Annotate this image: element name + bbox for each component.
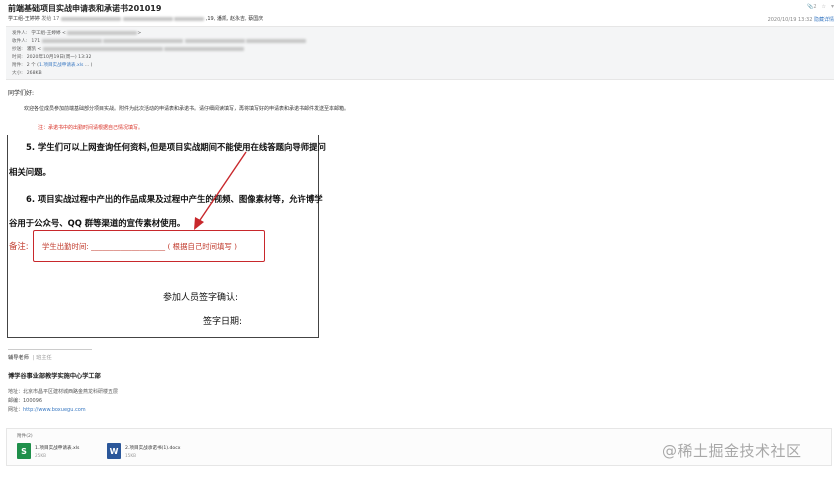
spreadsheet-icon: S xyxy=(17,443,31,459)
hide-details-link[interactable]: 隐藏详情 xyxy=(814,17,834,23)
redacted-recipients xyxy=(122,16,173,21)
greeting: 同学们好: xyxy=(8,90,35,97)
redacted-recipients xyxy=(60,16,121,21)
chevron-down-icon[interactable]: ▾ xyxy=(831,3,834,10)
annotation-arrow xyxy=(194,151,247,230)
attachment-row: 附件: 2 个 (1.项目实战申请表.xls ... ) xyxy=(12,63,93,68)
star-icon[interactable]: ☆ xyxy=(822,4,826,10)
postcode-text: 邮编：100096 xyxy=(8,398,43,404)
sender-name[interactable]: 学工组-王婷婷 xyxy=(8,16,40,22)
teacher-title: 辅导老师 | 班主任 xyxy=(8,355,52,361)
paperclip-icon[interactable]: 📎2 xyxy=(807,4,816,10)
toolbar-right: 📎2 ☆ ▾ xyxy=(807,3,834,10)
date-line: 2020/10/19 13:32 隐藏详情 xyxy=(768,16,834,23)
sender-line: 学工组-王婷婷 发给 17 ,19, 潘凯, 赵永吉, 蔡国庆 xyxy=(8,15,263,22)
website-row: 网址：http://www.boxuegu.com xyxy=(8,407,86,413)
file-name: 1.项目实战申请表.xls xyxy=(35,445,80,451)
size-row: 大小: 268KB xyxy=(12,71,42,76)
redacted-recipients xyxy=(174,16,205,21)
time-row: 时间: 2020年10月19日(周一) 13:32 xyxy=(12,55,92,60)
email-header-details: 发件人: 学工组-王婷婷 < > 收件人: 171 抄送: 潘凯 < 时间: 2020年… xyxy=(6,26,834,80)
embedded-document: 5. 学生们可以上网查询任何资料,但是项目实战期间不能使用在线答题向导师提问 相… xyxy=(7,135,326,338)
recipients-suffix: ,19, 潘凯, 赵永吉, 蔡国庆 xyxy=(205,16,264,22)
email-subject: 前端基础项目实战申请表和承诺书201019 xyxy=(8,4,162,13)
department-name: 博学谷事业部教学实施中心学工部 xyxy=(8,373,101,380)
word-icon: W xyxy=(107,443,121,459)
attachment-link[interactable]: 1.项目实战申请表.xls xyxy=(39,63,83,68)
recipients-prefix: 发给 17 xyxy=(41,16,60,22)
attachment-file[interactable]: S 1.项目实战申请表.xls 25KB xyxy=(17,443,79,459)
cc-row: 抄送: 潘凯 < xyxy=(12,46,245,52)
website-link[interactable]: http://www.boxuegu.com xyxy=(23,407,86,413)
email-datetime: 2020/10/19 13:32 xyxy=(767,17,813,23)
attachments-title: 附件(2) xyxy=(17,434,33,439)
file-size: 25KB xyxy=(35,452,46,458)
from-row: 发件人: 学工组-王婷婷 < > xyxy=(12,30,142,36)
to-row: 收件人: 171 xyxy=(12,38,306,44)
note-text: 注：承诺书中的出勤时间请根据自己情况填写。 xyxy=(38,125,144,131)
attachment-file[interactable]: W 2.项目实战承诺书(1).docx 15KB xyxy=(107,443,180,459)
address-text: 地址：北京市昌平区建材城西路金燕龙科研楼五层 xyxy=(8,389,119,395)
file-size: 15KB xyxy=(125,452,136,458)
intro-text: 欢迎各位成员参加前端基础部分项目实战。附件为此次活动的申请表和承诺书。请仔细阅读… xyxy=(24,106,350,112)
divider xyxy=(8,349,92,350)
file-name: 2.项目实战承诺书(1).docx xyxy=(125,445,181,451)
watermark: @稀土掘金技术社区 xyxy=(662,442,802,460)
